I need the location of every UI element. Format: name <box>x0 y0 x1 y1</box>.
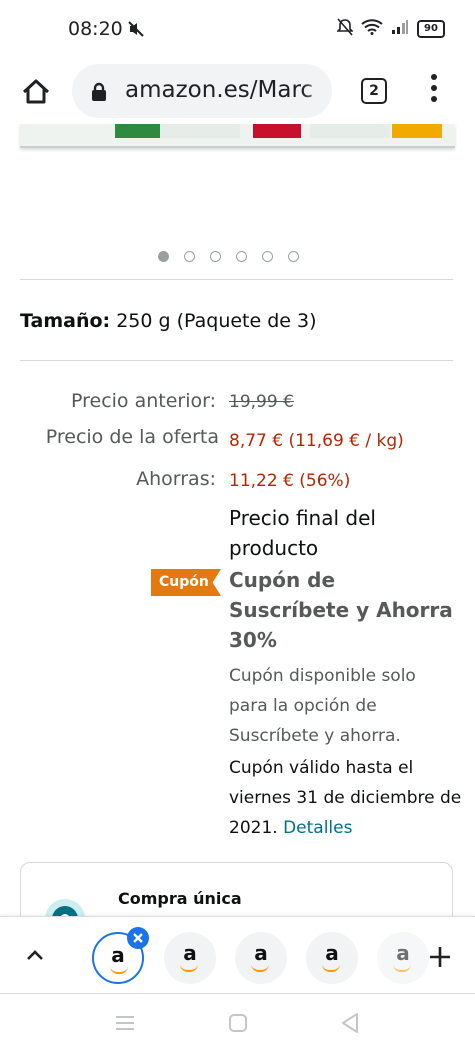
coupon-title: Cupón de Suscríbete y Ahorra 30% <box>229 568 453 652</box>
coupon-validity: Cupón válido hasta el viernes 31 de dici… <box>229 753 464 843</box>
home-nav-icon[interactable] <box>228 1013 248 1037</box>
add-tab-icon[interactable] <box>428 945 452 973</box>
coupon-badge: Cupón <box>151 569 221 596</box>
url-text: amazon.es/Marc <box>125 77 314 103</box>
amazon-icon: a <box>183 941 197 965</box>
offer-price-label: Precio de la oferta <box>45 426 219 448</box>
divider <box>20 279 453 280</box>
close-tab-icon[interactable] <box>127 927 149 949</box>
radio-button[interactable] <box>45 899 85 916</box>
carousel-dot[interactable] <box>262 251 273 262</box>
tab-strip: a a a a a <box>0 916 475 994</box>
savings-value: 11,22 € (56%) <box>229 471 351 491</box>
back-icon[interactable] <box>340 1012 360 1038</box>
browser-toolbar: amazon.es/Marc 2 <box>0 60 475 124</box>
size-row[interactable]: Tamaño: 250 g (Paquete de 3) <box>20 310 317 332</box>
tab-thumbnail[interactable]: a <box>306 932 358 984</box>
amazon-icon: a <box>254 941 268 965</box>
wifi-icon <box>361 19 383 39</box>
details-link[interactable]: Detalles <box>283 818 352 838</box>
product-image[interactable] <box>20 124 455 148</box>
image-carousel-dots[interactable] <box>158 251 299 262</box>
size-value: 250 g (Paquete de 3) <box>116 310 317 332</box>
status-time: 08:20 <box>68 18 123 40</box>
tab-thumbnail[interactable]: a <box>235 932 287 984</box>
address-bar[interactable]: amazon.es/Marc <box>72 64 332 118</box>
size-label: Tamaño: <box>20 310 111 332</box>
status-bar: 08:20 90 <box>0 0 475 60</box>
page-content: Tamaño: 250 g (Paquete de 3) Precio ante… <box>0 124 475 916</box>
system-navigation-bar <box>0 994 475 1056</box>
tab-switcher-button[interactable]: 2 <box>361 78 387 104</box>
carousel-dot[interactable] <box>210 251 221 262</box>
carousel-dot[interactable] <box>158 251 169 262</box>
home-icon <box>22 79 50 104</box>
notification-off-icon <box>336 18 354 40</box>
one-time-purchase-option[interactable]: Compra única <box>20 862 453 916</box>
battery-icon: 90 <box>417 20 445 38</box>
previous-price-label: Precio anterior: <box>70 390 216 412</box>
more-options-icon[interactable] <box>427 74 441 108</box>
coupon-note: Cupón disponible solo para la opción de … <box>229 666 416 746</box>
home-button[interactable] <box>18 74 54 110</box>
mute-icon <box>127 20 145 42</box>
signal-icon <box>391 19 409 39</box>
carousel-dot[interactable] <box>288 251 299 262</box>
chevron-up-icon[interactable] <box>23 944 47 972</box>
lock-icon <box>90 82 108 106</box>
carousel-dot[interactable] <box>184 251 195 262</box>
savings-label: Ahorras: <box>136 468 216 490</box>
recent-apps-icon[interactable] <box>114 1014 136 1036</box>
carousel-dot[interactable] <box>236 251 247 262</box>
amazon-icon: a <box>396 941 410 965</box>
divider <box>20 360 453 361</box>
final-price-text: Precio final del producto <box>229 506 376 560</box>
previous-price-value: 19,99 € <box>229 392 294 412</box>
tab-thumbnail[interactable]: a <box>164 932 216 984</box>
tab-thumbnail[interactable]: a <box>377 932 429 984</box>
status-icons: 90 <box>336 18 445 40</box>
purchase-option-title: Compra única <box>118 889 242 908</box>
offer-price-value: 8,77 € (11,69 € / kg) <box>229 431 404 451</box>
amazon-icon: a <box>325 941 339 965</box>
